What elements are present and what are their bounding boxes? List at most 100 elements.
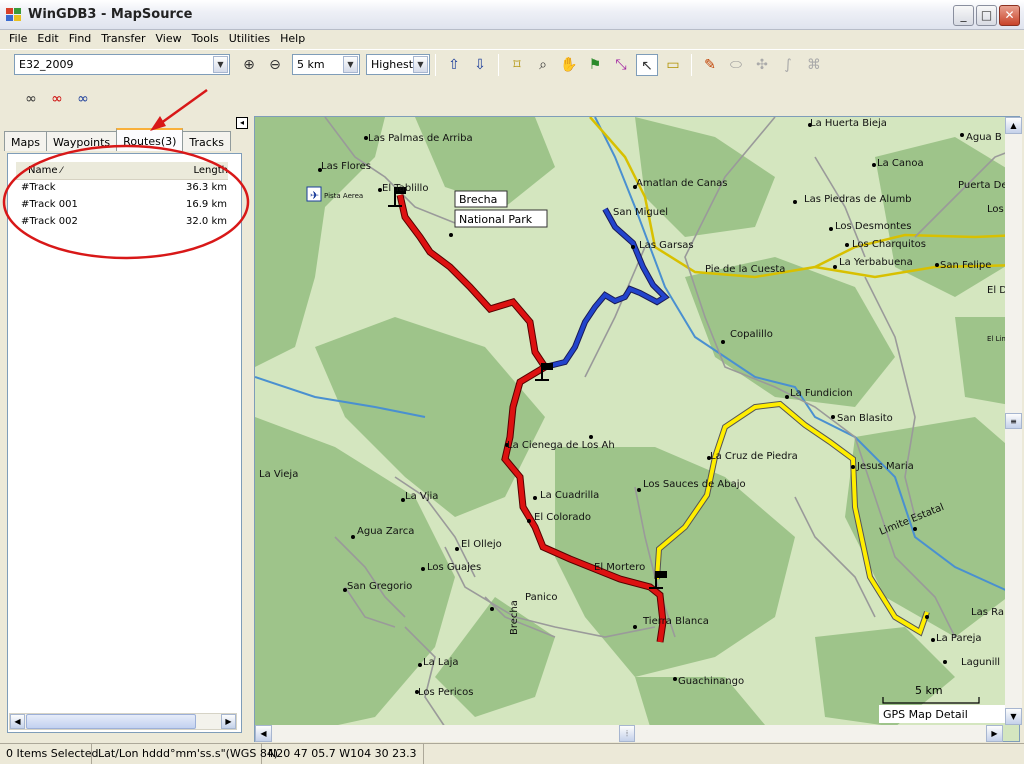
menu-edit[interactable]: Edit <box>32 30 63 48</box>
route-tool-icon[interactable]: ⤡ <box>610 54 632 76</box>
place-label: Brecha <box>509 600 520 635</box>
place-label: La Vieja <box>259 469 298 480</box>
scroll-left-icon[interactable]: ◀ <box>10 714 25 729</box>
zoom-scale-value: 5 km <box>297 58 325 71</box>
chevron-down-icon[interactable]: ▼ <box>213 56 228 73</box>
place-label: Amatlan de Canas <box>636 178 728 189</box>
eraser-icon[interactable]: ⬭ <box>725 54 747 76</box>
scroll-thumb[interactable]: ≡ <box>1005 413 1022 429</box>
list-item[interactable]: #Track 001 16.9 km <box>21 199 227 215</box>
tab-routes[interactable]: Routes(3) <box>116 128 184 151</box>
find-binoculars-icon[interactable]: ∞ <box>20 88 42 110</box>
routes-list: Name ⁄ Length #Track 36.3 km #Track 001 … <box>7 153 242 733</box>
map-view[interactable]: ✈ Las Palmas de Arriba Las Flores Pista … <box>254 116 1020 742</box>
place-label: La Fundicion <box>790 388 853 399</box>
list-item[interactable]: #Track 002 32.0 km <box>21 216 227 232</box>
scroll-up-icon[interactable]: ▲ <box>1005 117 1022 134</box>
map-detail-label: GPS Map Detail <box>883 708 968 721</box>
map-vertical-scrollbar[interactable]: ▲ ≡ ▼ <box>1005 117 1022 725</box>
place-label: La Cuadrilla <box>540 490 599 501</box>
place-label: San Felipe <box>940 260 991 271</box>
place-label: La Yerbabuena <box>839 257 913 268</box>
scroll-right-icon[interactable]: ▶ <box>221 714 236 729</box>
menu-tools[interactable]: Tools <box>187 30 224 48</box>
maximize-button[interactable]: □ <box>976 5 997 26</box>
menu-view[interactable]: View <box>151 30 187 48</box>
place-label: Puerta De <box>958 180 1008 191</box>
track-join-icon: ∫ <box>784 56 792 73</box>
place-label: Pie de la Cuesta <box>705 264 785 275</box>
place-label: San Blasito <box>837 413 893 424</box>
callout-national-park: National Park <box>459 213 533 226</box>
zoom-scale-select[interactable]: 5 km ▼ <box>292 54 360 75</box>
left-panel: ◂ Maps Waypoints Routes(3) Tracks Name ⁄… <box>0 113 250 743</box>
panel-tabs: Maps Waypoints Routes(3) Tracks <box>4 128 231 151</box>
map-canvas[interactable]: ✈ Las Palmas de Arriba Las Flores Pista … <box>255 117 1020 742</box>
list-horizontal-scrollbar[interactable]: ◀ ▶ <box>9 713 237 730</box>
receive-from-device-icon[interactable]: ⇧ <box>443 54 465 76</box>
zoom-tool-icon[interactable]: ⌕ <box>532 54 554 76</box>
place-label: Lagunill <box>961 657 1000 668</box>
tab-maps[interactable]: Maps <box>4 131 47 151</box>
detail-select[interactable]: Highest ▼ <box>366 54 430 75</box>
place-label: Las Palmas de Arriba <box>368 133 473 144</box>
scroll-thumb[interactable]: ⦙ <box>619 725 635 742</box>
column-length[interactable]: Length <box>194 165 229 176</box>
menu-transfer[interactable]: Transfer <box>96 30 150 48</box>
scroll-right-icon[interactable]: ▶ <box>986 725 1003 742</box>
send-to-device-icon[interactable]: ⇩ <box>469 54 491 76</box>
status-position: N20 47 05.7 W104 30 23.3 <box>262 744 424 764</box>
place-label: Jesus Maria <box>856 461 914 472</box>
find-places-icon[interactable]: ∞ <box>46 88 68 110</box>
scroll-thumb[interactable] <box>26 714 196 729</box>
track-draw-icon[interactable]: ✎ <box>699 54 721 76</box>
place-label: El Ollejo <box>461 539 502 550</box>
place-label: La Cienega de Los Ah <box>507 440 615 451</box>
place-label: San Miguel <box>613 207 668 218</box>
place-label: La Laja <box>423 657 458 668</box>
collapse-panel-button[interactable]: ◂ <box>236 117 248 129</box>
list-item[interactable]: #Track 36.3 km <box>21 182 227 198</box>
track-disabled-icon: ✣ <box>756 56 768 73</box>
selection-tool-icon[interactable]: ⌑ <box>506 54 528 76</box>
scroll-left-icon[interactable]: ◀ <box>255 725 272 742</box>
route-length: 32.0 km <box>186 216 227 227</box>
pointer-tool-icon[interactable]: ↖ <box>636 53 658 76</box>
callout-boxes: Brecha National Park <box>454 190 548 228</box>
close-button[interactable]: ✕ <box>999 5 1020 26</box>
place-label: Agua B <box>966 132 1002 143</box>
place-label: Panico <box>525 592 557 603</box>
zoom-out-icon[interactable]: ⊖ <box>264 54 286 76</box>
place-label: Las Piedras de Alumb <box>804 194 912 205</box>
route-name: #Track 001 <box>21 199 78 210</box>
menu-utilities[interactable]: Utilities <box>224 30 275 48</box>
map-product-select[interactable]: E32_2009 ▼ <box>14 54 230 75</box>
scroll-down-icon[interactable]: ▼ <box>1005 708 1022 725</box>
scale-label: 5 km <box>915 684 943 697</box>
menu-file[interactable]: File <box>4 30 32 48</box>
waypoint-tool-icon[interactable]: ⚑ <box>584 54 606 76</box>
track-split-icon: ⌘ <box>807 56 821 73</box>
route-name: #Track 002 <box>21 216 78 227</box>
minimize-button[interactable]: _ <box>953 5 974 26</box>
place-label: El Mortero <box>594 562 645 573</box>
tab-waypoints[interactable]: Waypoints <box>45 131 118 151</box>
menu-find[interactable]: Find <box>64 30 97 48</box>
zoom-in-icon[interactable]: ⊕ <box>238 54 260 76</box>
place-label: La Huerta Bieja <box>810 118 887 129</box>
tab-tracks[interactable]: Tracks <box>182 131 231 151</box>
menu-help[interactable]: Help <box>275 30 310 48</box>
place-label: Los <box>987 204 1004 215</box>
chevron-down-icon[interactable]: ▼ <box>343 56 358 73</box>
place-label: Las Flores <box>321 161 371 172</box>
chevron-down-icon[interactable]: ▼ <box>413 56 428 73</box>
place-label: Las Ra <box>971 607 1004 618</box>
map-horizontal-scrollbar[interactable]: ◀ ⦙ ▶ <box>255 725 1003 742</box>
svg-text:✈: ✈ <box>310 189 319 202</box>
column-name[interactable]: Name ⁄ <box>28 165 62 176</box>
hand-tool-icon[interactable]: ✋ <box>558 54 580 76</box>
find-nearby-icon[interactable]: ∞ <box>72 88 94 110</box>
measure-tool-icon[interactable]: ▭ <box>662 54 684 76</box>
place-label: Guachinango <box>678 676 744 687</box>
main-toolbar: E32_2009 ▼ ⊕ ⊖ 5 km ▼ Highest ▼ ⇧ ⇩ ⌑ ⌕ … <box>0 49 1024 79</box>
